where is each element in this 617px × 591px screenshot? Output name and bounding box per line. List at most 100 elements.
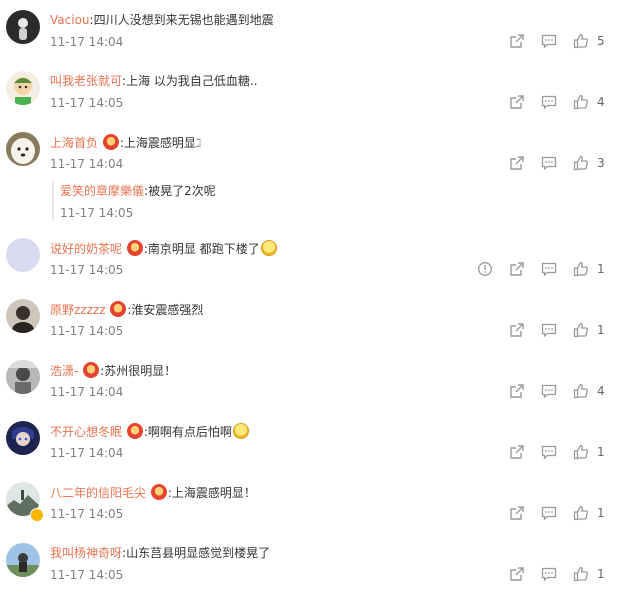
- avatar[interactable]: [6, 543, 40, 577]
- thumbs-up-icon: [573, 566, 588, 582]
- action-bar: 1: [494, 504, 606, 522]
- timestamp: 11-17 14:05: [50, 324, 124, 338]
- comment-item: 我叫杨神奇呀:山东莒县明显感觉到楼晃了 11-17 14:05 1: [0, 543, 617, 583]
- timestamp: 11-17 14:05: [50, 263, 124, 277]
- comment-text: 山东莒县明显感觉到楼晃了: [126, 546, 271, 560]
- avatar[interactable]: [6, 360, 40, 394]
- comment-text: 四川人没想到来无锡也能遇到地震: [93, 13, 274, 27]
- like-count: 4: [597, 384, 605, 398]
- like-button[interactable]: [572, 504, 590, 522]
- comment-button[interactable]: [540, 321, 558, 339]
- timestamp: 11-17 14:04: [50, 446, 124, 460]
- comment-item: 原野zzzzz :淮安震感强烈 11-17 14:05 1: [0, 299, 617, 339]
- action-bar: 4: [494, 382, 606, 400]
- comment-icon: [541, 506, 557, 521]
- share-icon: [510, 384, 524, 398]
- like-button[interactable]: [572, 382, 590, 400]
- action-bar: 5: [494, 32, 606, 50]
- timestamp: 11-17 14:05: [50, 507, 124, 521]
- like-button[interactable]: [572, 260, 590, 278]
- comment-button[interactable]: [540, 504, 558, 522]
- share-button[interactable]: [508, 93, 526, 111]
- like-count: 1: [597, 567, 605, 581]
- comment-text: 上海震感明显！: [171, 486, 256, 500]
- comment-icon: [541, 384, 557, 399]
- comment-item: 不开心想冬眠 :啊啊有点后怕啊 11-17 14:04 1: [0, 421, 617, 461]
- username-link[interactable]: 八二年的信阳毛尖: [50, 486, 146, 500]
- member-badge-icon: [126, 423, 143, 439]
- thumbs-up-icon: [573, 261, 588, 277]
- username-link[interactable]: 说好的奶茶呢: [50, 242, 122, 256]
- comment-button[interactable]: [540, 443, 558, 461]
- thumbs-up-icon: [573, 383, 588, 399]
- share-button[interactable]: [508, 565, 526, 583]
- share-icon: [510, 95, 524, 109]
- warning-icon: [478, 262, 492, 276]
- username-link[interactable]: 上海首负: [50, 136, 98, 150]
- share-button[interactable]: [508, 32, 526, 50]
- share-icon: [510, 445, 524, 459]
- comment-button[interactable]: [540, 565, 558, 583]
- like-button[interactable]: [572, 321, 590, 339]
- comment-line: 我叫杨神奇呀:山东莒县明显感觉到楼晃了: [50, 545, 270, 561]
- avatar[interactable]: [6, 71, 40, 105]
- username-link[interactable]: 叫我老张就可: [50, 74, 122, 88]
- timestamp: 11-17 14:04: [50, 157, 124, 171]
- comment-line: 原野zzzzz :淮安震感强烈: [50, 301, 203, 317]
- comment-button[interactable]: [540, 93, 558, 111]
- report-button[interactable]: [476, 260, 494, 278]
- like-button[interactable]: [572, 154, 590, 172]
- reply-line: 爱笑的章摩樂儀:被晃了2次呢: [60, 183, 216, 199]
- timestamp: 11-17 14:05: [50, 96, 124, 110]
- avatar[interactable]: [6, 299, 40, 333]
- like-count: 1: [597, 506, 605, 520]
- comment-text: 上海 以为我自己低血糖..: [126, 74, 258, 88]
- username-link[interactable]: 原野zzzzz: [50, 303, 106, 317]
- like-count: 4: [597, 95, 605, 109]
- username-link[interactable]: 我叫杨神奇呀: [50, 546, 122, 560]
- comment-text: 上海震感明显: [123, 136, 196, 150]
- like-button[interactable]: [572, 32, 590, 50]
- comment-item: Vaciou:四川人没想到来无锡也能遇到地震 11-17 14:04 5: [0, 10, 617, 50]
- comment-button[interactable]: [540, 154, 558, 172]
- action-bar: 3: [494, 154, 606, 172]
- tag-icon: ℷ: [195, 136, 202, 150]
- like-count: 1: [597, 262, 605, 276]
- share-button[interactable]: [508, 382, 526, 400]
- share-icon: [510, 34, 524, 48]
- laugh-emoji-icon: [232, 423, 249, 439]
- share-button[interactable]: [508, 443, 526, 461]
- share-icon: [510, 323, 524, 337]
- share-button[interactable]: [508, 321, 526, 339]
- comment-icon: [541, 445, 557, 460]
- comment-text: 苏州很明显！: [104, 364, 177, 378]
- comment-line: Vaciou:四川人没想到来无锡也能遇到地震: [50, 12, 274, 28]
- username-link[interactable]: 浩潇-: [50, 364, 78, 378]
- avatar[interactable]: [6, 421, 40, 455]
- like-button[interactable]: [572, 93, 590, 111]
- comment-icon: [541, 567, 557, 582]
- username-link[interactable]: Vaciou: [50, 13, 90, 27]
- avatar[interactable]: [6, 132, 40, 166]
- comment-button[interactable]: [540, 382, 558, 400]
- comment-item: 上海首负 :上海震感明显ℷ 11-17 14:04 3 爱笑的章摩樂儀:被晃了2…: [0, 132, 617, 224]
- share-button[interactable]: [508, 260, 526, 278]
- comment-line: 八二年的信阳毛尖 :上海震感明显！: [50, 484, 256, 500]
- comment-line: 说好的奶茶呢 :南京明显 都跑下楼了: [50, 240, 278, 256]
- thumbs-up-icon: [573, 155, 588, 171]
- reply-text: 被晃了2次呢: [148, 184, 216, 198]
- share-button[interactable]: [508, 504, 526, 522]
- username-link[interactable]: 爱笑的章摩樂儀: [60, 184, 144, 198]
- comment-button[interactable]: [540, 260, 558, 278]
- avatar[interactable]: [6, 238, 40, 272]
- like-button[interactable]: [572, 565, 590, 583]
- avatar[interactable]: [6, 10, 40, 44]
- username-link[interactable]: 不开心想冬眠: [50, 425, 122, 439]
- share-button[interactable]: [508, 154, 526, 172]
- like-button[interactable]: [572, 443, 590, 461]
- timestamp: 11-17 14:04: [50, 385, 124, 399]
- comment-item: 叫我老张就可:上海 以为我自己低血糖.. 11-17 14:05 4: [0, 71, 617, 111]
- member-badge-icon: [110, 301, 127, 317]
- comment-button[interactable]: [540, 32, 558, 50]
- share-icon: [510, 506, 524, 520]
